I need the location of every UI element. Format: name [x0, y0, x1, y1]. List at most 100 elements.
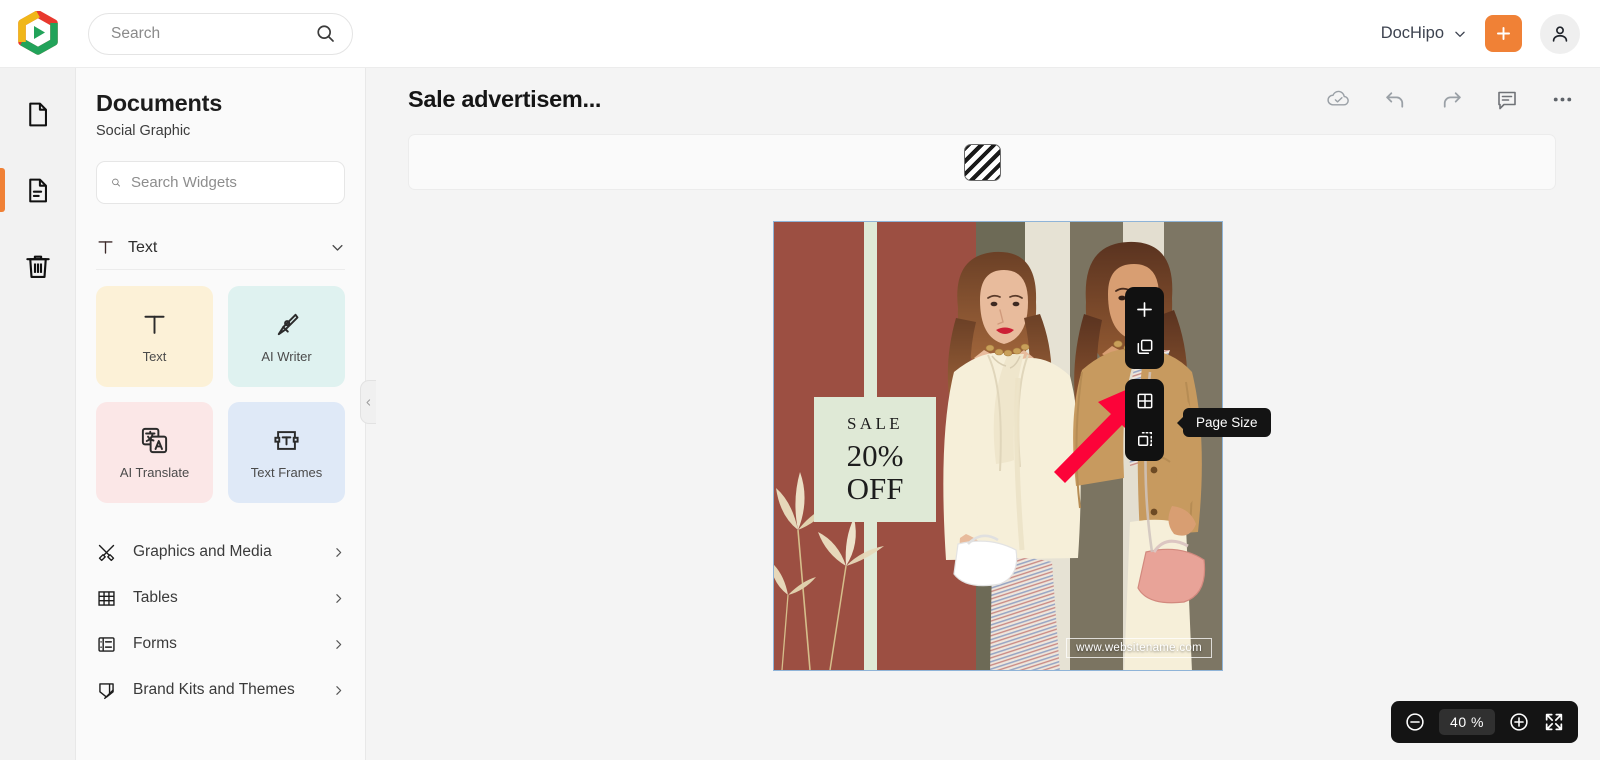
undo-button[interactable]: [1383, 87, 1408, 112]
left-rail: [0, 68, 76, 760]
chevron-right-icon: [336, 639, 342, 649]
rail-item-documents[interactable]: [0, 164, 66, 216]
page-icon: [29, 102, 47, 126]
comments-button[interactable]: [1495, 88, 1519, 112]
menu-item-label: Brand Kits and Themes: [133, 681, 295, 698]
plus-icon: [1137, 301, 1152, 317]
menu-item-label: Tables: [133, 589, 178, 606]
model-left: [943, 251, 1081, 670]
duplicate-page-button[interactable]: [1132, 334, 1158, 360]
editor-toolbar: [1325, 86, 1575, 113]
redo-button[interactable]: [1439, 87, 1464, 112]
pen-nib-icon: [277, 313, 299, 336]
global-search[interactable]: [88, 12, 353, 55]
panel-collapse-handle[interactable]: [360, 380, 376, 424]
search-input[interactable]: [111, 24, 315, 43]
sale-suffix: OFF: [846, 471, 904, 506]
page-tools-group-2: [1125, 379, 1164, 461]
chevron-down-icon[interactable]: [330, 240, 345, 255]
expand-arrows-icon: [1545, 713, 1563, 731]
zoom-in-button[interactable]: [1508, 711, 1530, 733]
trash-icon: [25, 255, 50, 278]
translate-icon: [141, 427, 168, 454]
widget-card-ai-translate[interactable]: AI Translate: [96, 402, 213, 503]
sale-amount: 20%: [846, 437, 904, 473]
document-type-label: Social Graphic: [96, 123, 191, 139]
menu-item-brand-kits-and-themes[interactable]: Brand Kits and Themes: [96, 667, 345, 713]
fashion-models-photo: [943, 241, 1206, 670]
widget-card-text-frames[interactable]: Text Frames: [228, 402, 345, 503]
property-bar: [408, 134, 1556, 190]
chevron-left-icon: [366, 398, 371, 406]
add-page-button[interactable]: [1132, 296, 1158, 322]
text-t-icon: [98, 241, 113, 254]
widget-card-grid: Text AI Writer AI Translate Text Frames: [96, 286, 345, 503]
cloud-save-button[interactable]: [1325, 86, 1352, 113]
top-bar: DocHipo: [0, 0, 1600, 68]
document-lines-icon: [29, 178, 47, 202]
zoom-controls: 40 %: [1391, 701, 1578, 743]
zoom-out-button[interactable]: [1404, 711, 1426, 733]
menu-item-tables[interactable]: Tables: [96, 575, 345, 621]
page-size-tooltip: Page Size: [1183, 408, 1271, 437]
account-button[interactable]: [1540, 13, 1580, 54]
widget-category-menu: Graphics and Media Tables Forms Brand Ki…: [96, 529, 345, 713]
menu-item-label: Graphics and Media: [133, 543, 272, 560]
sale-eyebrow: SALE: [846, 413, 904, 433]
search-icon: [317, 25, 334, 42]
section-label: Text: [128, 238, 158, 256]
ellipsis-icon: [1553, 97, 1572, 102]
grid-four-icon: [1137, 393, 1152, 409]
user-icon: [1552, 25, 1568, 42]
brand-selector[interactable]: DocHipo: [1381, 24, 1467, 43]
zoom-level-value[interactable]: 40 %: [1439, 709, 1495, 735]
canvas-wrapper: SALE 20% OFF www.websitename.com Page Si…: [773, 221, 1271, 671]
section-header-text[interactable]: Text: [96, 226, 345, 270]
minus-circle-icon: [1406, 713, 1424, 731]
plus-icon: [1497, 27, 1510, 40]
graphics-media-icon: [98, 544, 115, 561]
page-layout-button[interactable]: [1132, 388, 1158, 414]
top-bar-right: DocHipo: [1381, 13, 1580, 54]
sale-badge: SALE 20% OFF: [814, 397, 936, 522]
fullscreen-button[interactable]: [1543, 711, 1565, 733]
chevron-right-icon: [336, 593, 342, 603]
text-t-icon: [144, 315, 165, 334]
text-frame-icon: [274, 431, 299, 450]
search-widgets-input[interactable]: [131, 174, 330, 191]
brand-kit-icon: [99, 682, 114, 699]
app-root: DocHipo: [0, 0, 1600, 760]
resize-dashed-icon: [1137, 432, 1152, 446]
chevron-right-icon: [336, 547, 342, 557]
dochipo-logo[interactable]: [15, 10, 61, 57]
editor-area: Sale advertisem... SALE 20% OFF www.webs…: [367, 68, 1600, 760]
form-icon: [98, 636, 115, 652]
table-grid-icon: [98, 590, 115, 606]
widget-card-text[interactable]: Text: [96, 286, 213, 387]
menu-item-label: Forms: [133, 635, 177, 652]
create-new-button[interactable]: [1485, 15, 1522, 52]
widget-search[interactable]: [96, 161, 345, 204]
rail-item-blank-page[interactable]: [10, 88, 66, 140]
page-size-button[interactable]: [1132, 426, 1158, 452]
website-url-label: www.websitename.com: [1066, 638, 1212, 658]
widget-card-label: AI Writer: [261, 349, 312, 364]
more-options-button[interactable]: [1550, 87, 1575, 112]
widgets-panel: Documents Social Graphic Text: [76, 68, 366, 760]
page-tools-toolbar: Page Size: [1125, 287, 1271, 461]
background-pattern-swatch[interactable]: [963, 143, 1001, 181]
widget-card-ai-writer[interactable]: AI Writer: [228, 286, 345, 387]
rail-item-trash[interactable]: [10, 240, 66, 292]
menu-item-graphics-and-media[interactable]: Graphics and Media: [96, 529, 345, 575]
plus-circle-icon: [1510, 713, 1528, 731]
document-title[interactable]: Sale advertisem...: [408, 86, 601, 113]
undo-arrow-icon: [1386, 92, 1404, 108]
menu-item-forms[interactable]: Forms: [96, 621, 345, 667]
widget-card-label: AI Translate: [119, 465, 190, 480]
redo-arrow-icon: [1443, 92, 1461, 108]
page-title: Documents: [96, 90, 223, 116]
copy-icon: [1137, 339, 1152, 354]
comment-icon: [1498, 91, 1516, 109]
page-tools-group-1: [1125, 287, 1164, 369]
chevron-right-icon: [336, 685, 342, 695]
